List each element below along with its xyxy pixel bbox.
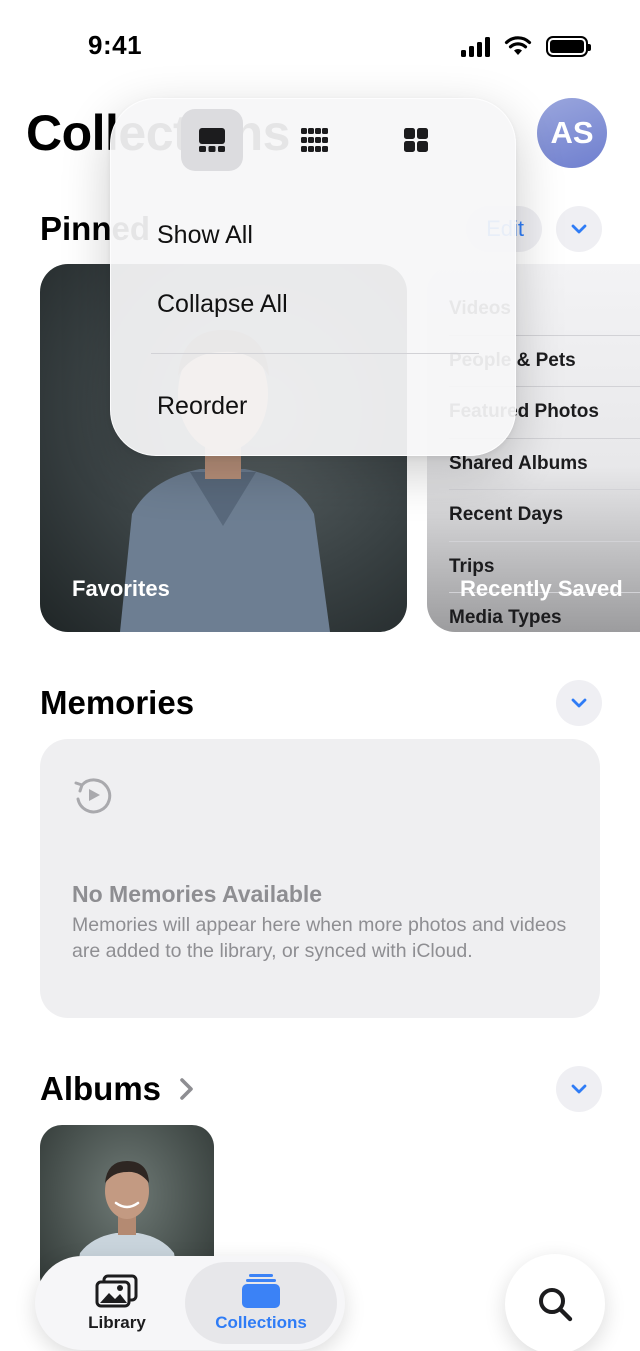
large-grid-icon xyxy=(199,128,225,152)
menu-item-collapse-all[interactable]: Collapse All xyxy=(157,290,288,319)
favorites-label: Favorites xyxy=(72,576,170,601)
tab-bar: Library Collections xyxy=(35,1256,345,1350)
menu-item-show-all[interactable]: Show All xyxy=(157,221,253,250)
memories-replay-icon xyxy=(74,778,112,814)
chevron-down-icon xyxy=(571,224,587,234)
battery-icon xyxy=(546,36,591,57)
status-icons xyxy=(461,36,591,57)
collections-stack-icon xyxy=(242,1274,280,1308)
chevron-down-icon xyxy=(571,1084,587,1094)
memories-empty-card: No Memories Available Memories will appe… xyxy=(40,739,600,1018)
layout-option-large[interactable] xyxy=(181,109,243,171)
albums-collapse-button[interactable] xyxy=(556,1066,602,1112)
chevron-down-icon xyxy=(571,698,587,708)
medium-grid-icon xyxy=(404,128,428,152)
wifi-icon xyxy=(504,36,532,55)
memories-empty-body: Memories will appear here when more phot… xyxy=(72,914,567,962)
collections-options-menu: Show All Collapse All Reorder xyxy=(110,98,516,456)
status-bar: 9:41 xyxy=(0,0,640,96)
chevron-right-icon[interactable] xyxy=(176,1075,198,1103)
tab-collections-label: Collections xyxy=(215,1313,307,1332)
avatar[interactable]: AS xyxy=(537,98,607,168)
status-time: 9:41 xyxy=(88,30,143,60)
memories-section-title: Memories xyxy=(40,684,195,721)
memories-empty-title: No Memories Available xyxy=(72,881,323,907)
layout-option-medium[interactable] xyxy=(385,109,447,171)
layout-option-small[interactable] xyxy=(283,109,345,171)
albums-section-title[interactable]: Albums xyxy=(40,1070,161,1108)
small-grid-icon xyxy=(301,128,328,152)
tab-library[interactable]: Library xyxy=(45,1262,189,1344)
search-icon xyxy=(539,1288,573,1322)
tab-collections[interactable]: Collections xyxy=(185,1262,337,1344)
search-button[interactable] xyxy=(505,1254,605,1351)
memories-collapse-button[interactable] xyxy=(556,680,602,726)
menu-item-reorder[interactable]: Reorder xyxy=(157,392,247,421)
recently-saved-label: Recently Saved xyxy=(460,576,623,601)
list-item: Recent Days xyxy=(449,490,640,542)
menu-divider xyxy=(151,353,479,354)
pinned-collapse-button[interactable] xyxy=(556,206,602,252)
photo-library-icon xyxy=(95,1274,138,1308)
tab-library-label: Library xyxy=(88,1313,146,1332)
cellular-signal-icon xyxy=(461,36,490,57)
